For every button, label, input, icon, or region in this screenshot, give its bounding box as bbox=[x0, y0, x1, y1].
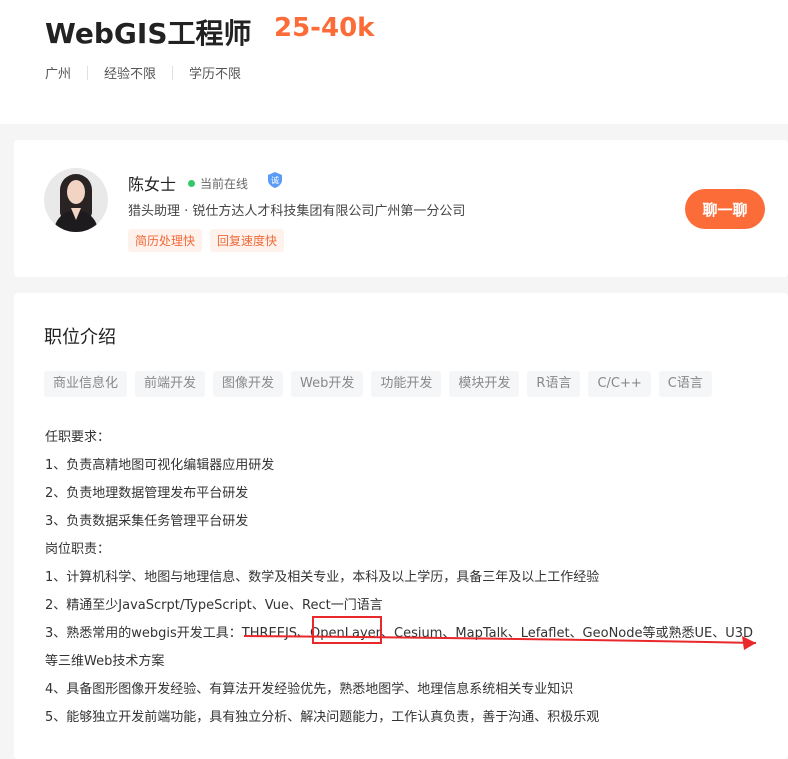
description-line: 任职要求： bbox=[45, 430, 111, 445]
description-line: 4、具备图形图像开发经验、有算法开发经验优先，熟悉地图学、地理信息系统相关专业知… bbox=[45, 682, 574, 697]
avatar-face bbox=[67, 180, 85, 204]
job-description: 职位介绍 商业信息化 前端开发 图像开发 Web开发 功能开发 模块开发 R语言… bbox=[14, 293, 788, 759]
job-title: WebGIS工程师 bbox=[45, 17, 252, 50]
tag-resume-fast: 简历处理快 bbox=[128, 229, 203, 252]
skill-tag: 商业信息化 bbox=[44, 371, 128, 397]
section-title: 职位介绍 bbox=[44, 327, 116, 348]
meta-divider bbox=[87, 65, 89, 80]
verified-badge-text: 诚 bbox=[271, 175, 279, 185]
job-header: WebGIS工程师 25-40k 广州 经验不限 学历不限 bbox=[0, 0, 788, 124]
job-meta: 广州 经验不限 学历不限 bbox=[45, 63, 241, 82]
skill-tag: Web开发 bbox=[291, 371, 364, 397]
skill-tag: C语言 bbox=[658, 371, 712, 397]
recruiter-name: 陈女士 bbox=[128, 175, 177, 194]
meta-divider bbox=[172, 65, 174, 80]
description-line: 3、熟悉常用的webgis开发工具：THREEJS、OpenLayer、Cesi… bbox=[45, 626, 754, 641]
skill-tag: 图像开发 bbox=[213, 371, 284, 397]
verified-shield-icon: 诚 bbox=[268, 172, 282, 188]
skill-tag: 功能开发 bbox=[371, 371, 442, 397]
skill-tag: 前端开发 bbox=[135, 371, 206, 397]
skill-tags: 商业信息化 前端开发 图像开发 Web开发 功能开发 模块开发 R语言 C/C+… bbox=[44, 371, 712, 397]
online-status: 当前在线 bbox=[188, 175, 248, 192]
online-status-label: 当前在线 bbox=[200, 177, 249, 191]
skill-tag: R语言 bbox=[527, 371, 581, 397]
meta-experience: 经验不限 bbox=[104, 67, 157, 82]
skill-tag: C/C++ bbox=[588, 371, 651, 397]
skill-tag: 模块开发 bbox=[449, 371, 520, 397]
avatar[interactable] bbox=[44, 168, 108, 232]
meta-education: 学历不限 bbox=[189, 67, 242, 82]
tag-reply-fast: 回复速度快 bbox=[210, 229, 285, 252]
chat-button[interactable]: 聊一聊 bbox=[685, 189, 765, 229]
meta-city: 广州 bbox=[45, 67, 72, 82]
description-line: 5、能够独立开发前端功能，具有独立分析、解决问题能力，工作认真负责，善于沟通、积… bbox=[45, 710, 600, 725]
description-line: 2、精通至少JavaScrpt/TypeScript、Vue、Rect一门语言 bbox=[45, 598, 383, 613]
description-line: 1、计算机科学、地图与地理信息、数学及相关专业，本科及以上学历，具备三年及以上工… bbox=[45, 570, 600, 585]
description-line: 岗位职责： bbox=[45, 542, 111, 557]
description-line: 1、负责高精地图可视化编辑器应用研发 bbox=[45, 458, 275, 473]
recruiter-card: 陈女士 当前在线 诚 猎头助理 · 锐仕方达人才科技集团有限公司广州第一分公司 … bbox=[14, 140, 788, 277]
recruiter-tags: 简历处理快 回复速度快 bbox=[128, 229, 285, 252]
salary: 25-40k bbox=[274, 13, 375, 43]
description-line: 3、负责数据采集任务管理平台研发 bbox=[45, 514, 249, 529]
recruiter-company: 猎头助理 · 锐仕方达人才科技集团有限公司广州第一分公司 bbox=[128, 204, 466, 219]
online-dot-icon bbox=[188, 180, 195, 187]
description-line: 2、负责地理数据管理发布平台研发 bbox=[45, 486, 249, 501]
description-line: 等三维Web技术方案 bbox=[45, 654, 165, 669]
description-text: 任职要求： 1、负责高精地图可视化编辑器应用研发 2、负责地理数据管理发布平台研… bbox=[45, 424, 753, 732]
